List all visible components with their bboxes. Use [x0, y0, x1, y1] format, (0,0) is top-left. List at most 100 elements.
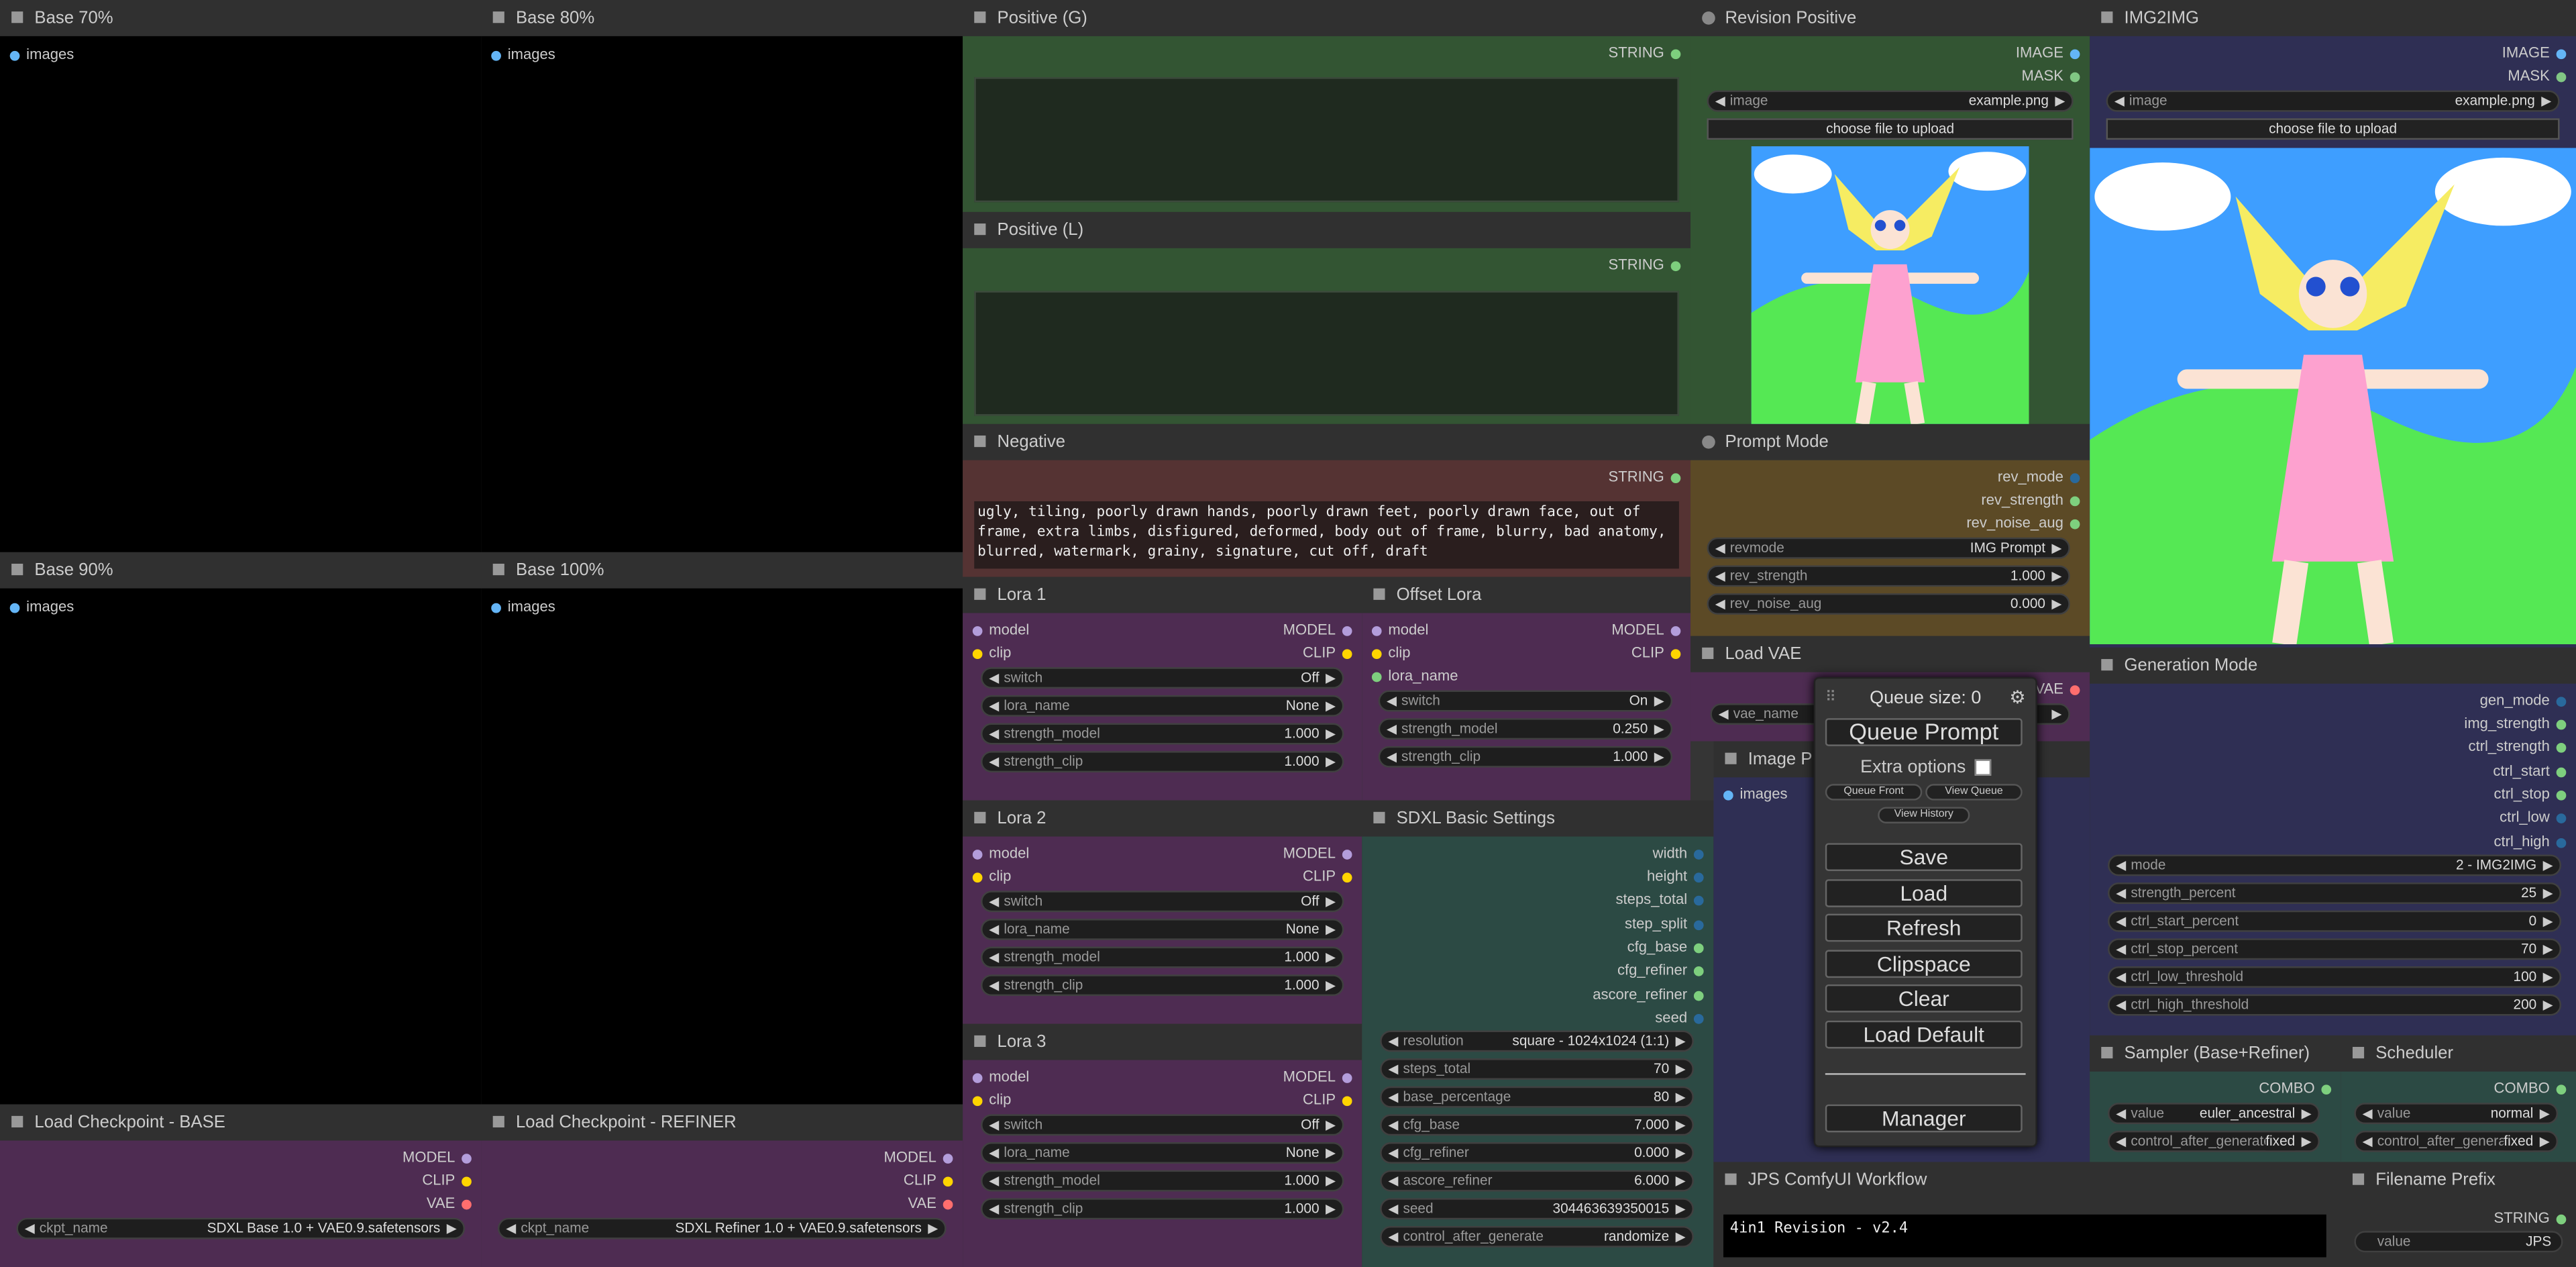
positive-l-node[interactable]: Positive (L) STRING	[963, 211, 1691, 424]
choose-file-button[interactable]: choose file to upload	[2106, 118, 2560, 140]
gear-icon[interactable]: ⚙	[2009, 687, 2025, 708]
arrow-right-icon[interactable]: ▶	[2051, 595, 2061, 613]
slot[interactable]: gen_mode	[2480, 691, 2573, 710]
output-dot-icon[interactable]	[2556, 48, 2567, 59]
arrow-left-icon[interactable]: ◀	[1388, 1032, 1398, 1050]
ctrl-start-percent-widget[interactable]: ◀ ctrl_start_percent 0 ▶	[2108, 910, 2561, 932]
output-dot-icon[interactable]	[2070, 685, 2080, 695]
node-title-bar[interactable]: Lora 3	[963, 1023, 1362, 1060]
switch-widget[interactable]: ◀ switch Off ▶	[981, 891, 1344, 913]
strength-clip-widget[interactable]: ◀ strength_clip 1.000 ▶	[981, 751, 1344, 773]
arrow-right-icon[interactable]: ▶	[2051, 705, 2061, 723]
arrow-right-icon[interactable]: ▶	[2302, 1105, 2312, 1123]
arrow-left-icon[interactable]: ◀	[506, 1219, 516, 1237]
load-default-button[interactable]: Load Default	[1825, 1020, 2023, 1049]
arrow-right-icon[interactable]: ▶	[1676, 1227, 1686, 1246]
cfg-refiner-widget[interactable]: ◀ cfg_refiner 0.000 ▶	[1380, 1142, 1694, 1164]
arrow-right-icon[interactable]: ▶	[928, 1219, 938, 1237]
arrow-right-icon[interactable]: ▶	[1676, 1172, 1686, 1190]
switch-widget[interactable]: ◀ switch On ▶	[1378, 690, 1673, 712]
slot[interactable]: cfg_refiner	[1617, 960, 1710, 979]
filename-value-widget[interactable]: value JPS	[2354, 1231, 2563, 1253]
arrow-left-icon[interactable]: ◀	[989, 976, 999, 995]
arrow-right-icon[interactable]: ▶	[2055, 92, 2065, 110]
output-dot-icon[interactable]	[462, 1153, 472, 1163]
slot[interactable]: clip	[966, 866, 1011, 886]
output-dot-icon[interactable]	[1342, 1072, 1352, 1082]
slot[interactable]: clip	[966, 1090, 1011, 1109]
negative-textarea[interactable]: ugly, tiling, poorly drawn hands, poorly…	[974, 501, 1679, 569]
image-widget[interactable]: ◀ image example.png ▶	[2106, 90, 2560, 112]
collapse-icon[interactable]	[1725, 1173, 1737, 1185]
slot[interactable]: images	[3, 44, 74, 64]
output-dot-icon[interactable]	[2070, 472, 2080, 483]
collapse-icon[interactable]	[11, 1115, 23, 1128]
node-title-bar[interactable]: Prompt Mode	[1690, 423, 2090, 460]
collapse-icon[interactable]	[2101, 659, 2113, 671]
workflow-note-text[interactable]: 4in1 Revision - v2.4	[1723, 1214, 2326, 1258]
comfyui-canvas[interactable]: Base 70% images Base 80% images Base 90%…	[0, 0, 2576, 1267]
output-dot-icon[interactable]	[1693, 942, 1704, 953]
slot[interactable]: clip	[1365, 643, 1411, 662]
clear-button[interactable]: Clear	[1825, 984, 2023, 1013]
arrow-right-icon[interactable]: ▶	[1326, 697, 1336, 715]
ckpt-name-widget[interactable]: ◀ ckpt_name SDXL Refiner 1.0 + VAE0.9.safe…	[498, 1217, 947, 1239]
ctrl-stop-percent-widget[interactable]: ◀ ctrl_stop_percent 70 ▶	[2108, 938, 2561, 960]
slot[interactable]: CLIP	[904, 1170, 959, 1190]
output-dot-icon[interactable]	[1670, 260, 1681, 271]
base-70-node[interactable]: Base 70% images	[0, 0, 482, 552]
input-dot-icon[interactable]	[491, 50, 501, 60]
collapse-icon[interactable]	[974, 11, 986, 23]
strength-model-widget[interactable]: ◀ strength_model 1.000 ▶	[981, 723, 1344, 745]
arrow-left-icon[interactable]: ◀	[2116, 856, 2126, 874]
arrow-left-icon[interactable]: ◀	[1387, 748, 1397, 766]
node-title-bar[interactable]: Revision Positive	[1690, 0, 2090, 36]
arrow-right-icon[interactable]: ▶	[2543, 884, 2553, 903]
slot[interactable]: CLIP	[1303, 866, 1358, 886]
output-dot-icon[interactable]	[1342, 872, 1352, 882]
arrow-left-icon[interactable]: ◀	[989, 725, 999, 743]
arrow-left-icon[interactable]: ◀	[2116, 940, 2126, 958]
positive-l-textarea[interactable]	[974, 291, 1679, 416]
output-dot-icon[interactable]	[1693, 872, 1704, 882]
sampler-node[interactable]: Sampler (Base+Refiner) COMBO ◀ value euler…	[2090, 1035, 2341, 1162]
slot[interactable]: CLIP	[1303, 1090, 1358, 1109]
arrow-right-icon[interactable]: ▶	[1326, 948, 1336, 966]
output-dot-icon[interactable]	[1693, 919, 1704, 930]
collapse-icon[interactable]	[1725, 752, 1737, 764]
sampler-control-widget[interactable]: ◀ control_after_generate fixed ▶	[2108, 1130, 2320, 1152]
slot[interactable]: images	[484, 597, 555, 616]
slot[interactable]: CLIP	[1631, 643, 1687, 662]
arrow-right-icon[interactable]: ▶	[1676, 1144, 1686, 1162]
ascore-refiner-widget[interactable]: ◀ ascore_refiner 6.000 ▶	[1380, 1170, 1694, 1192]
output-dot-icon[interactable]	[1670, 472, 1681, 483]
slot[interactable]: IMAGE	[2502, 43, 2573, 62]
arrow-left-icon[interactable]: ◀	[2116, 912, 2126, 930]
seed-widget[interactable]: ◀ seed 304463639350015 ▶	[1380, 1198, 1694, 1220]
slot[interactable]: images	[484, 44, 555, 64]
arrow-right-icon[interactable]: ▶	[1326, 725, 1336, 743]
slot[interactable]: CLIP	[422, 1170, 478, 1190]
node-title-bar[interactable]: IMG2IMG	[2090, 0, 2576, 36]
slot[interactable]: MODEL	[1283, 843, 1359, 862]
node-title-bar[interactable]: Sampler (Base+Refiner)	[2090, 1035, 2341, 1072]
collapse-icon[interactable]	[1702, 647, 1714, 660]
queue-front-button[interactable]: Queue Front	[1825, 784, 1923, 801]
arrow-left-icon[interactable]: ◀	[989, 1144, 999, 1162]
collapse-icon[interactable]	[974, 588, 986, 600]
arrow-left-icon[interactable]: ◀	[1388, 1116, 1398, 1134]
input-dot-icon[interactable]	[972, 872, 983, 882]
arrow-right-icon[interactable]: ▶	[1676, 1088, 1686, 1106]
refresh-button[interactable]: Refresh	[1825, 913, 2023, 942]
arrow-right-icon[interactable]: ▶	[1326, 1144, 1336, 1162]
collapse-icon[interactable]	[11, 11, 23, 23]
collapse-icon[interactable]	[2101, 1047, 2113, 1059]
strength-clip-widget[interactable]: ◀ strength_clip 1.000 ▶	[1378, 746, 1673, 768]
input-dot-icon[interactable]	[9, 602, 20, 613]
output-dot-icon[interactable]	[1693, 990, 1704, 1001]
arrow-left-icon[interactable]: ◀	[1715, 595, 1725, 613]
slot[interactable]: MASK	[2021, 66, 2086, 85]
arrow-left-icon[interactable]: ◀	[989, 697, 999, 715]
arrow-left-icon[interactable]: ◀	[989, 1116, 999, 1134]
collapse-icon[interactable]	[1373, 588, 1385, 600]
